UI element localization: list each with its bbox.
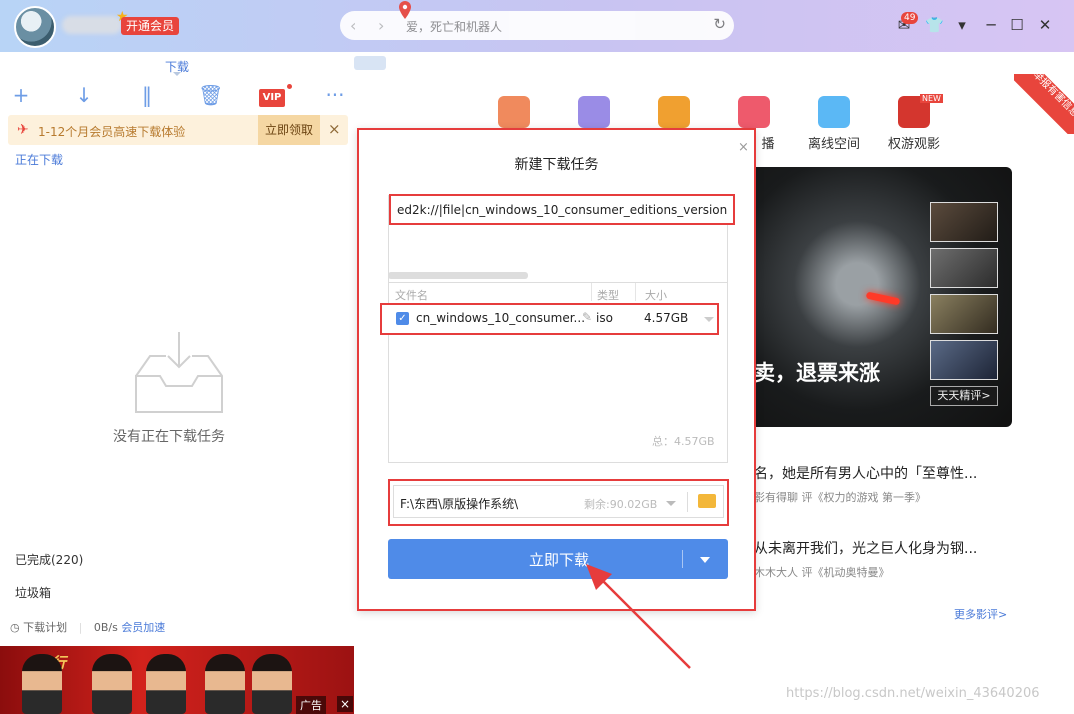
download-options-dropdown-icon[interactable] xyxy=(700,557,710,563)
speed-readout: 0B/s xyxy=(93,621,118,634)
hero-thumbnail[interactable] xyxy=(930,202,998,242)
download-icon[interactable]: ↓ xyxy=(73,84,95,106)
ad-person xyxy=(205,654,245,714)
hero-thumbnail[interactable] xyxy=(930,248,998,288)
free-space-text: 剩余:90.02GB xyxy=(584,498,658,511)
new-badge: NEW xyxy=(920,94,943,103)
column-header-name: 文件名 xyxy=(395,289,428,302)
total-size: 总：4.57GB xyxy=(652,435,715,448)
file-type: iso xyxy=(596,311,613,325)
search-input[interactable]: 爱，死亡和机器人 xyxy=(406,18,502,35)
shirt-icon[interactable]: 👕 xyxy=(925,16,944,34)
username xyxy=(62,16,122,34)
cloud-icon xyxy=(818,96,850,128)
ad-close-icon[interactable]: × xyxy=(337,696,353,712)
chevron-down-icon[interactable] xyxy=(704,317,714,322)
vip-accelerate-link[interactable]: 会员加速 xyxy=(121,621,165,634)
dialog-title: 新建下载任务 xyxy=(514,157,599,173)
ad-tag: 广告 xyxy=(296,696,326,714)
annotation-arrow xyxy=(586,564,691,669)
title-bar: ★ 开通会员 ‹ › 爱，死亡和机器人 ↻ ✉ 49 👕 ▾ ─ ☐ ✕ xyxy=(0,0,1074,52)
browser-tab[interactable] xyxy=(354,56,386,70)
path-dropdown-icon[interactable] xyxy=(666,501,676,506)
pause-icon[interactable]: ‖ xyxy=(136,84,158,106)
refresh-icon[interactable]: ↻ xyxy=(713,15,726,33)
watermark: https://blog.csdn.net/weixin_43640206 xyxy=(786,686,1040,701)
hero-thumbnail[interactable] xyxy=(930,340,998,380)
hero-thumbnail[interactable] xyxy=(930,294,998,334)
trash-item[interactable]: 垃圾箱 xyxy=(15,584,51,601)
url-input[interactable]: ed2k://|file|cn_windows_10_consumer_edit… xyxy=(389,194,735,225)
game-icon xyxy=(658,96,690,128)
edit-pencil-icon[interactable]: ✎ xyxy=(582,310,592,324)
promo-text: 1-12个月会员高速下载体验 xyxy=(38,125,186,139)
divider xyxy=(687,492,688,512)
column-divider xyxy=(635,283,636,301)
ad-person xyxy=(146,654,186,714)
tab-download[interactable]: 下载 xyxy=(0,52,354,78)
plane-icon: ✈ xyxy=(17,122,29,138)
news-subtitle: 木木大人 评《机动奥特曼》 xyxy=(754,566,890,579)
daily-review-link[interactable]: 天天精评> xyxy=(930,386,998,406)
column-header-type: 类型 xyxy=(597,289,619,302)
wifi-icon[interactable]: ▾ xyxy=(953,16,971,34)
hero-headline: 卖，退票来涨 xyxy=(754,361,880,385)
url-text: ed2k://|file|cn_windows_10_consumer_edit… xyxy=(397,203,727,217)
column-divider xyxy=(591,283,592,301)
film-icon xyxy=(578,96,610,128)
file-name: cn_windows_10_consumer... xyxy=(416,311,586,325)
folder-icon[interactable] xyxy=(698,494,716,508)
maximize-icon[interactable]: ☐ xyxy=(1008,16,1026,34)
divider: | xyxy=(78,621,83,634)
new-download-dialog: 新建下载任务 × ed2k://|file|cn_windows_10_cons… xyxy=(357,128,756,611)
ad-person xyxy=(92,654,132,714)
close-icon[interactable]: ✕ xyxy=(1036,16,1054,34)
save-path-field[interactable]: F:\东西\原版操作系统\ 剩余:90.02GB xyxy=(388,479,729,526)
hero-robot-eye xyxy=(865,291,901,306)
completed-item[interactable]: 已完成(220) xyxy=(15,551,83,568)
report-ribbon[interactable]: 举报有害信息 xyxy=(1014,74,1074,134)
forward-icon[interactable]: › xyxy=(378,16,384,35)
ad-banner[interactable]: 风行 广告 × xyxy=(0,646,354,714)
dialog-close-icon[interactable]: × xyxy=(738,140,749,155)
news-title[interactable]: 从未离开我们，光之巨人化身为钢... xyxy=(754,538,977,558)
category-item[interactable]: 权游观影 xyxy=(884,96,944,152)
more-icon[interactable]: ··· xyxy=(324,84,346,106)
status-footer: ◷ 下载计划 | 0B/s 会员加速 xyxy=(10,619,165,635)
vip-promo-banner: ✈ 1-12个月会员高速下载体验 立即领取 × xyxy=(8,115,348,145)
more-reviews-link[interactable]: 更多影评> xyxy=(954,606,1007,622)
notification-dot xyxy=(287,84,292,89)
open-vip-button[interactable]: 开通会员 xyxy=(121,17,180,35)
news-subtitle: 影有得聊 评《权力的游戏 第一季》 xyxy=(754,491,926,504)
chevron-down-icon xyxy=(173,72,181,76)
vip-icon[interactable]: VIP xyxy=(259,89,285,107)
ad-person xyxy=(22,654,62,714)
file-row[interactable]: ✓ cn_windows_10_consumer... ✎ iso 4.57GB xyxy=(380,303,719,335)
promo-close-icon[interactable]: × xyxy=(328,120,341,138)
tv-icon xyxy=(738,96,770,128)
file-size: 4.57GB xyxy=(644,311,689,325)
file-checkbox[interactable]: ✓ xyxy=(396,312,409,325)
ad-person xyxy=(252,654,292,714)
add-icon[interactable]: + xyxy=(10,84,32,106)
category-item[interactable]: 离线空间 xyxy=(804,96,864,152)
save-path-text: F:\东西\原版操作系统\ xyxy=(400,497,519,511)
search-bar[interactable]: ‹ › 爱，死亡和机器人 ↻ xyxy=(340,1,734,40)
delete-icon[interactable]: 🗑 xyxy=(198,84,223,106)
message-count-badge: 49 xyxy=(901,12,919,24)
column-header-size: 大小 xyxy=(645,289,667,302)
empty-state-text: 没有正在下载任务 xyxy=(113,429,225,445)
news-title[interactable]: 名，她是所有男人心中的「至尊性... xyxy=(754,463,977,483)
download-plan-link[interactable]: 下载计划 xyxy=(23,621,67,634)
claim-button[interactable]: 立即领取 xyxy=(258,115,320,145)
clock-icon: ◷ xyxy=(10,621,20,634)
horizontal-scrollbar[interactable] xyxy=(388,272,528,279)
back-icon[interactable]: ‹ xyxy=(350,16,356,35)
diamond-icon xyxy=(498,96,530,128)
avatar[interactable] xyxy=(14,6,56,48)
empty-tray-icon xyxy=(135,332,223,413)
minimize-icon[interactable]: ─ xyxy=(982,16,1000,34)
downloading-label[interactable]: 正在下载 xyxy=(15,151,63,168)
save-path-input[interactable]: F:\东西\原版操作系统\ 剩余:90.02GB xyxy=(393,485,724,518)
